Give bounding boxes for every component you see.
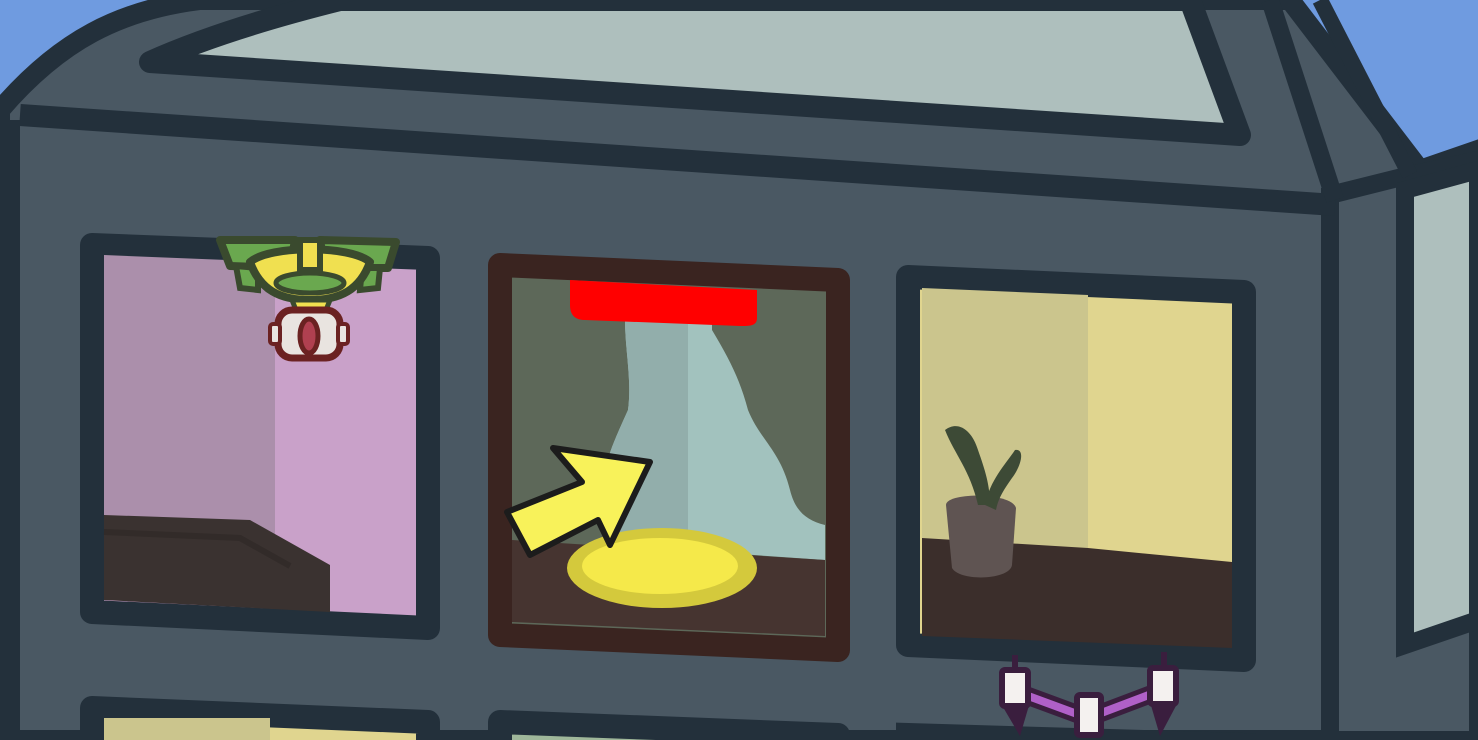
side-window[interactable] [1396,160,1478,658]
room-yellow[interactable] [896,265,1256,672]
game-scene [0,0,1478,740]
room-bottom-left[interactable] [80,696,440,740]
room-purple[interactable] [80,233,440,640]
room-teleporter[interactable] [488,253,850,662]
room-bottom-center[interactable] [488,710,850,740]
